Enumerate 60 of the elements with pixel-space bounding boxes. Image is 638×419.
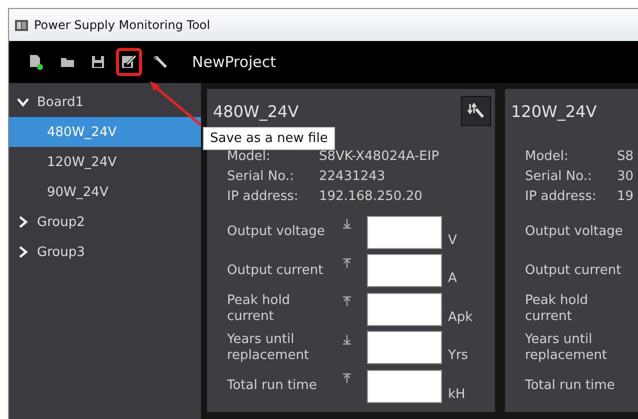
sort-wrench-icon xyxy=(467,102,485,120)
tree-item[interactable]: Board1 xyxy=(9,87,201,117)
info-label: Model: xyxy=(525,148,570,166)
measurement-label: Peak hold current xyxy=(525,293,590,326)
callout-arrow xyxy=(150,81,202,126)
chevron-right-icon xyxy=(17,246,29,258)
sort-button[interactable] xyxy=(461,96,491,126)
value-field[interactable] xyxy=(367,254,442,288)
max-arrow-icon xyxy=(342,258,352,268)
info-label: Model: xyxy=(227,148,272,166)
unit-label: kH xyxy=(448,386,466,402)
min-arrow-icon xyxy=(342,334,352,344)
tree-item[interactable]: 120W_24V xyxy=(9,147,201,177)
unit-label: Yrs xyxy=(448,348,468,363)
unit-label: V xyxy=(448,232,457,248)
measurement-label: Years until replacement xyxy=(525,332,608,364)
measurement-label: Years until replacement xyxy=(227,332,310,364)
info-label: Serial No.: xyxy=(525,168,593,186)
measurement-label: Output current xyxy=(525,262,622,279)
app-icon xyxy=(15,20,28,30)
info-label: IP address: xyxy=(227,188,300,206)
measurement-label: Total run time xyxy=(525,378,616,394)
wrench-icon xyxy=(152,54,168,70)
value-field[interactable] xyxy=(367,292,442,326)
tree-item[interactable]: Group3 xyxy=(9,237,201,267)
measurement-label: Output voltage xyxy=(525,224,624,240)
value-field[interactable] xyxy=(367,331,442,364)
value-field[interactable] xyxy=(367,370,442,403)
window-title: Power Supply Monitoring Tool xyxy=(34,18,210,32)
save-edit-icon xyxy=(121,54,137,70)
folder-icon xyxy=(60,56,74,68)
max-arrow-icon xyxy=(342,296,352,306)
project-name: NewProject xyxy=(192,53,276,71)
unit-label: A xyxy=(448,271,457,286)
measurement-label: Total run time xyxy=(227,378,318,394)
unit-label: Apk xyxy=(448,310,473,324)
info-label: Serial No.: xyxy=(227,168,295,186)
info-value: 19 xyxy=(617,188,635,206)
tree-item[interactable]: Group2 xyxy=(9,207,201,237)
info-value: 192.168.250.20 xyxy=(319,188,424,206)
highlighted-toolbar-button[interactable] xyxy=(116,48,142,76)
info-value: 30 xyxy=(617,168,635,186)
info-label: IP address: xyxy=(525,188,598,206)
min-arrow-icon xyxy=(342,219,352,229)
info-value: S8VK-X48024A-EIP xyxy=(319,148,440,166)
chevron-down-icon xyxy=(17,96,29,108)
card-title: 120W_24V xyxy=(511,102,597,120)
card-title: 480W_24V xyxy=(213,102,299,120)
max-arrow-icon xyxy=(342,373,352,383)
value-field[interactable] xyxy=(367,216,442,249)
measurement-label: Output current xyxy=(227,262,324,279)
tree-item[interactable]: 90W_24V xyxy=(9,177,201,207)
tooltip: Save as a new file xyxy=(203,127,335,150)
info-value: S8 xyxy=(617,148,635,166)
new-file-icon xyxy=(29,54,43,70)
save-icon xyxy=(91,55,105,69)
info-value: 22431243 xyxy=(319,168,386,186)
measurement-label: Peak hold current xyxy=(227,293,292,326)
chevron-right-icon xyxy=(17,216,29,228)
measurement-label: Output voltage xyxy=(227,224,326,240)
